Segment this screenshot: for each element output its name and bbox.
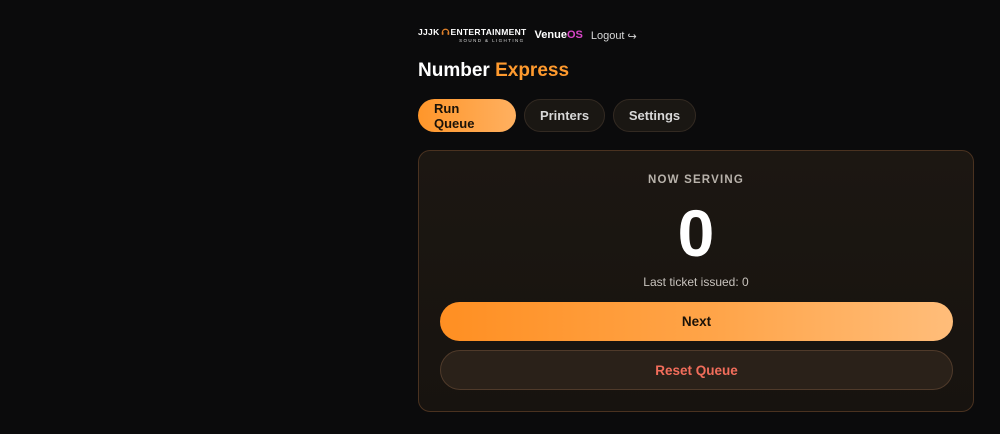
logo-main: JJJK ENTERTAINMENT (418, 27, 527, 38)
headphone-icon (441, 27, 450, 38)
next-button[interactable]: Next (440, 302, 953, 341)
tab-printers[interactable]: Printers (524, 99, 605, 132)
logo-subtitle: SOUND & LIGHTING (459, 37, 525, 43)
top-bar: JJJK ENTERTAINMENT SOUND & LIGHTING Venu… (418, 24, 637, 46)
logo-text-left: JJJK (418, 27, 440, 37)
venue-suffix: OS (566, 29, 583, 41)
tab-settings[interactable]: Settings (613, 99, 696, 132)
tab-run-queue[interactable]: Run Queue (418, 99, 516, 132)
venue-prefix: Venue (534, 29, 567, 41)
venue-os-brand: VenueOS (535, 29, 583, 41)
logout-link[interactable]: Logout ↪ (591, 30, 637, 43)
now-serving-label: NOW SERVING (647, 174, 745, 186)
page: JJJK ENTERTAINMENT SOUND & LIGHTING Venu… (0, 0, 1000, 434)
last-ticket-text: Last ticket issued: 0 (643, 275, 749, 289)
page-title: Number Express (418, 60, 569, 82)
logo-text-right: ENTERTAINMENT (450, 27, 527, 37)
logout-arrow-icon: ↪ (627, 30, 637, 43)
title-main: Number (418, 60, 490, 81)
brand-logo: JJJK ENTERTAINMENT SOUND & LIGHTING (418, 27, 527, 43)
tab-bar: Run Queue Printers Settings (418, 99, 696, 132)
reset-queue-button[interactable]: Reset Queue (440, 350, 953, 390)
logout-label: Logout (590, 30, 625, 42)
queue-panel: NOW SERVING 0 Last ticket issued: 0 Next… (418, 150, 974, 412)
current-number: 0 (677, 196, 715, 270)
title-accent: Express (495, 60, 570, 81)
